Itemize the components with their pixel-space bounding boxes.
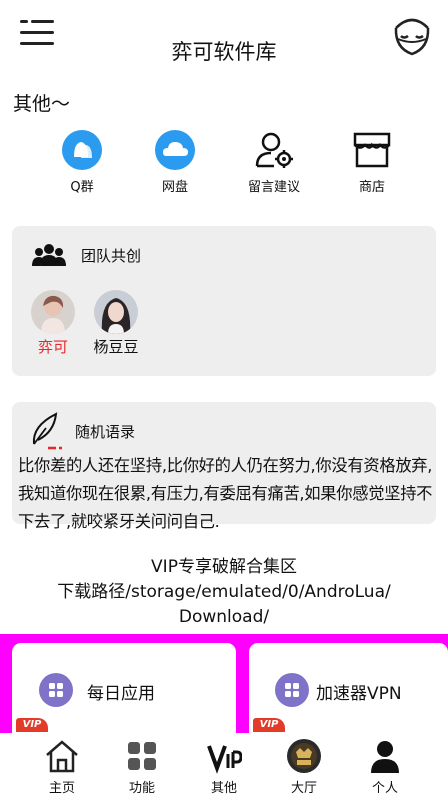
grid-icon bbox=[39, 673, 73, 707]
nav-label: 其他 bbox=[210, 781, 237, 796]
feedback-link[interactable]: 留言建议 bbox=[229, 130, 319, 195]
vip-tag: VIP bbox=[253, 718, 285, 732]
cloud-icon bbox=[155, 130, 195, 170]
bottom-nav: 主页 功能 其他 大厅 个人 bbox=[0, 733, 448, 800]
home-icon bbox=[44, 738, 80, 774]
avatar[interactable] bbox=[94, 290, 138, 334]
nav-label: 大厅 bbox=[290, 781, 317, 796]
nav-hall[interactable]: 大厅 bbox=[272, 733, 336, 796]
nav-home[interactable]: 主页 bbox=[30, 733, 94, 796]
vip-zone-info: VIP专享破解合集区 下载路径/storage/emulated/0/Andro… bbox=[0, 555, 448, 630]
member-name: 弈可 bbox=[37, 338, 68, 356]
grid-icon bbox=[124, 738, 160, 774]
team-icon bbox=[32, 242, 66, 268]
qq-group-icon bbox=[62, 130, 102, 170]
quick-link-label: 商店 bbox=[358, 180, 385, 195]
mask-avatar-icon[interactable] bbox=[390, 14, 434, 60]
user-settings-icon bbox=[254, 130, 294, 170]
member-name: 杨豆豆 bbox=[93, 338, 139, 356]
vip-tag: VIP bbox=[16, 718, 48, 732]
nav-label: 个人 bbox=[371, 781, 398, 796]
panel-label: 加速器VPN bbox=[316, 684, 402, 704]
vip-icon bbox=[206, 738, 243, 774]
quote-text: 比你差的人还在坚持,比你好的人仍在努力,你没有资格放弃,我知道你现在很累,有压力… bbox=[18, 456, 433, 531]
quote-heading: 随机语录 bbox=[75, 423, 136, 441]
vip-download-path-cont: Download/ bbox=[178, 607, 270, 627]
vip-zone-title: VIP专享破解合集区 bbox=[151, 557, 297, 577]
nav-features[interactable]: 功能 bbox=[110, 733, 174, 796]
person-icon bbox=[367, 738, 403, 774]
store-icon bbox=[352, 130, 392, 170]
quick-link-label: 留言建议 bbox=[247, 180, 300, 195]
grid-icon bbox=[275, 673, 309, 707]
vip-download-path: 下载路径/storage/emulated/0/AndroLua/ bbox=[57, 582, 391, 602]
nav-label: 主页 bbox=[48, 781, 75, 796]
team-card: 团队共创 弈可 杨豆豆 bbox=[12, 226, 436, 376]
avatar[interactable] bbox=[31, 290, 75, 334]
section-label: 其他～ bbox=[13, 93, 71, 115]
team-heading: 团队共创 bbox=[81, 247, 142, 265]
nav-label: 功能 bbox=[128, 781, 155, 796]
app-title: 弈可软件库 bbox=[171, 40, 277, 64]
qq-group-link[interactable]: Q群 bbox=[37, 130, 127, 195]
store-link[interactable]: 商店 bbox=[327, 130, 417, 195]
cloud-disk-link[interactable]: 网盘 bbox=[130, 130, 220, 195]
quick-link-label: 网盘 bbox=[161, 180, 188, 195]
nav-other[interactable]: 其他 bbox=[192, 733, 256, 796]
panel-label: 每日应用 bbox=[87, 684, 155, 704]
nav-profile[interactable]: 个人 bbox=[353, 733, 417, 796]
quick-link-label: Q群 bbox=[70, 180, 94, 195]
vip-badge-icon bbox=[286, 738, 322, 774]
feather-icon bbox=[26, 410, 66, 450]
